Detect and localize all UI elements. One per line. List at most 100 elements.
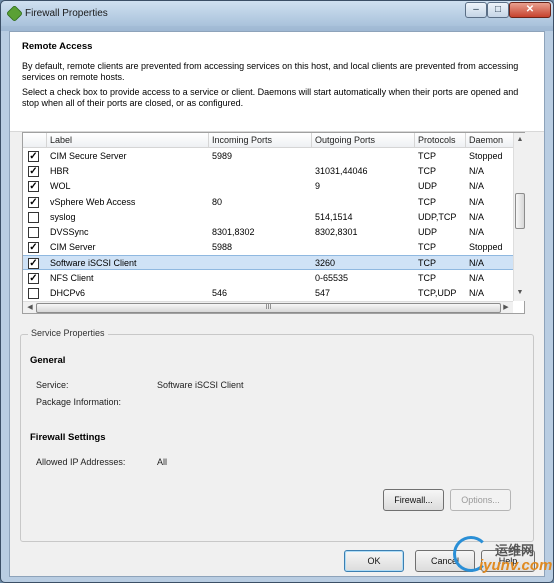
remote-access-title: Remote Access xyxy=(22,41,93,52)
checkmark-icon: ✓ xyxy=(29,242,38,254)
remote-access-panel: Remote Access By default, remote clients… xyxy=(10,32,544,132)
enable-checkbox[interactable]: ✓ xyxy=(28,151,39,162)
scroll-right-icon[interactable]: ▶ xyxy=(501,302,511,314)
cell-protocols: UDP,TCP xyxy=(418,211,457,222)
enable-checkbox[interactable] xyxy=(28,287,39,299)
scroll-left-icon[interactable]: ◀ xyxy=(25,302,35,314)
cell-label: vSphere Web Access xyxy=(50,196,136,207)
vsphere-app-icon xyxy=(6,5,23,22)
cell-label: HBR xyxy=(50,166,70,177)
dialog-client-area: Remote Access By default, remote clients… xyxy=(9,31,545,577)
cell-incoming: 546 xyxy=(212,287,228,298)
cell-protocols: TCP,UDP xyxy=(418,287,457,298)
minimize-button[interactable]: – xyxy=(465,2,487,18)
table-row[interactable]: ✓ Software iSCSI Client 3260 TCP N/A xyxy=(23,255,513,271)
allowed-ip-label: Allowed IP Addresses: xyxy=(36,457,126,467)
table-row[interactable]: DVSSync 8301,8302 8302,8301 UDP N/A xyxy=(23,225,513,240)
cell-daemon: N/A xyxy=(469,272,485,283)
remote-access-description: By default, remote clients are prevented… xyxy=(22,61,519,82)
options-button[interactable]: Options... xyxy=(450,489,511,511)
cell-incoming: 5989 xyxy=(212,151,233,161)
cell-label: DVSSync xyxy=(50,227,89,237)
cell-label: WOL xyxy=(50,181,71,192)
cell-daemon: N/A xyxy=(469,227,485,237)
enable-checkbox[interactable]: ✓ xyxy=(28,272,39,284)
general-heading: General xyxy=(30,355,66,366)
watermark-logo: 运维网 iyunv.com xyxy=(449,536,554,583)
checkmark-icon: ✓ xyxy=(29,272,38,284)
cell-daemon: N/A xyxy=(469,196,485,207)
cell-label: syslog xyxy=(50,211,76,222)
table-row[interactable]: syslog 514,1514 UDP,TCP N/A xyxy=(23,210,513,225)
cell-incoming: 80 xyxy=(212,196,223,207)
cell-daemon: N/A xyxy=(469,166,485,177)
enable-checkbox[interactable] xyxy=(28,211,39,223)
table-row[interactable]: ✓ WOL 9 UDP N/A xyxy=(23,179,513,194)
enable-checkbox[interactable]: ✓ xyxy=(28,242,39,254)
grid-header: Label Incoming Ports Outgoing Ports Prot… xyxy=(23,133,513,148)
table-row[interactable]: ✓ vSphere Web Access 80 TCP N/A xyxy=(23,195,513,210)
cell-daemon: Stopped xyxy=(469,242,503,253)
cell-daemon: N/A xyxy=(469,181,485,192)
cell-protocols: UDP xyxy=(418,181,438,192)
watermark-en-text: iyunv.com xyxy=(479,557,553,574)
cell-label: Software iSCSI Client xyxy=(50,258,137,269)
enable-checkbox[interactable]: ✓ xyxy=(28,196,39,208)
checkmark-icon: ✓ xyxy=(29,166,38,178)
table-row[interactable]: DHCPv6 546 547 TCP,UDP N/A xyxy=(23,286,513,301)
title-bar[interactable]: Firewall Properties – □ ✕ xyxy=(1,1,553,26)
cell-daemon: N/A xyxy=(469,211,485,222)
cell-protocols: TCP xyxy=(418,242,436,253)
cell-incoming: 8301,8302 xyxy=(212,227,255,237)
service-label: Service: xyxy=(36,380,69,390)
cell-label: CIM Secure Server xyxy=(50,151,127,161)
table-row[interactable]: ✓ CIM Secure Server 5989 TCP Stopped xyxy=(23,149,513,164)
horizontal-scroll-thumb[interactable]: III xyxy=(36,303,501,313)
cell-incoming: 5988 xyxy=(212,242,233,253)
cell-label: DHCPv6 xyxy=(50,287,86,298)
firewall-button[interactable]: Firewall... xyxy=(383,489,444,511)
service-value: Software iSCSI Client xyxy=(157,380,244,390)
close-button[interactable]: ✕ xyxy=(509,2,551,18)
package-information-label: Package Information: xyxy=(36,397,122,407)
column-header-daemon[interactable]: Daemon xyxy=(466,133,513,148)
checkmark-icon: ✓ xyxy=(29,196,38,208)
cell-label: NFS Client xyxy=(50,272,94,283)
cell-protocols: TCP xyxy=(418,196,436,207)
cell-outgoing: 547 xyxy=(315,287,331,298)
cell-protocols: TCP xyxy=(418,151,436,161)
allowed-ip-value: All xyxy=(157,457,168,467)
horizontal-scrollbar[interactable]: ◀ III ▶ xyxy=(23,301,513,313)
remote-access-instructions: Select a check box to provide access to … xyxy=(22,87,519,108)
enable-checkbox[interactable] xyxy=(28,227,39,238)
cell-outgoing: 0-65535 xyxy=(315,272,349,283)
enable-checkbox[interactable]: ✓ xyxy=(28,258,39,270)
cell-protocols: TCP xyxy=(418,258,436,269)
cell-outgoing: 514,1514 xyxy=(315,211,353,222)
table-row[interactable]: ✓ HBR 31031,44046 TCP N/A xyxy=(23,164,513,179)
column-header-incoming-ports[interactable]: Incoming Ports xyxy=(209,133,312,148)
scroll-down-icon[interactable]: ▼ xyxy=(515,288,525,298)
table-row[interactable]: ✓ NFS Client 0-65535 TCP N/A xyxy=(23,271,513,286)
column-header-label[interactable]: Label xyxy=(47,133,209,148)
table-row[interactable]: ✓ CIM Server 5988 TCP Stopped xyxy=(23,240,513,255)
services-grid[interactable]: Label Incoming Ports Outgoing Ports Prot… xyxy=(22,132,525,314)
cell-outgoing: 8302,8301 xyxy=(315,227,358,237)
vertical-scroll-thumb[interactable] xyxy=(515,193,525,229)
cell-protocols: UDP xyxy=(418,227,438,237)
column-header-outgoing-ports[interactable]: Outgoing Ports xyxy=(312,133,415,148)
column-header-protocols[interactable]: Protocols xyxy=(415,133,466,148)
cell-label: CIM Server xyxy=(50,242,96,253)
service-properties-legend: Service Properties xyxy=(28,328,108,338)
checkmark-icon: ✓ xyxy=(29,151,38,162)
cell-outgoing: 31031,44046 xyxy=(315,166,368,177)
enable-checkbox[interactable]: ✓ xyxy=(28,166,39,178)
checkbox-column-header[interactable] xyxy=(23,133,47,148)
maximize-button[interactable]: □ xyxy=(487,2,509,18)
checkmark-icon: ✓ xyxy=(29,181,38,193)
enable-checkbox[interactable]: ✓ xyxy=(28,181,39,193)
vertical-scrollbar[interactable]: ▲ ▼ xyxy=(513,133,525,301)
ok-button[interactable]: OK xyxy=(344,550,404,572)
cell-protocols: TCP xyxy=(418,166,436,177)
scroll-up-icon[interactable]: ▲ xyxy=(515,135,525,145)
